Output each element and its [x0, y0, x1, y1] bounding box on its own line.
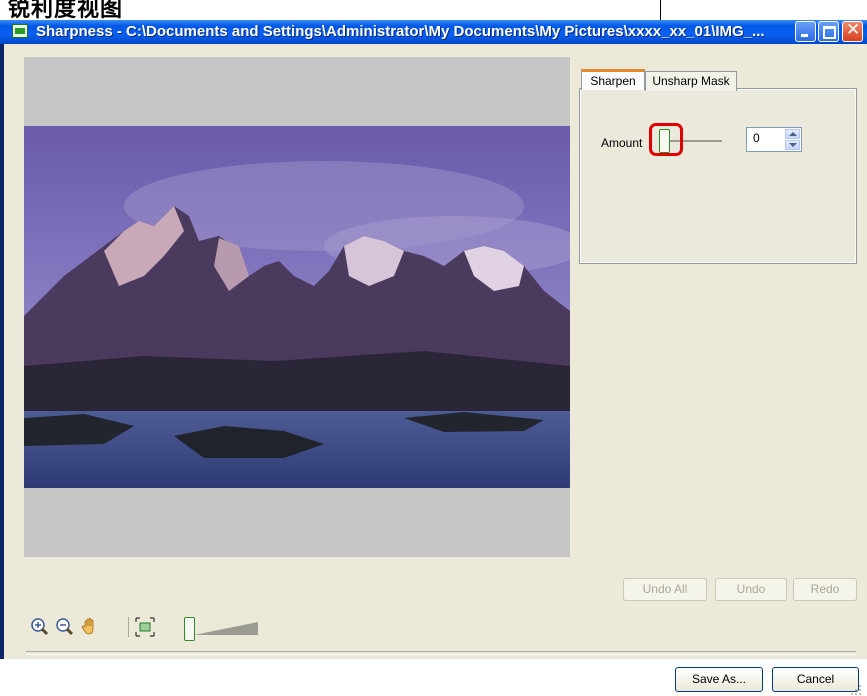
spin-down-arrow-icon[interactable] — [785, 140, 800, 150]
undo-button[interactable]: Undo — [715, 578, 787, 601]
zoom-out-icon[interactable] — [55, 617, 75, 637]
spin-up-arrow-icon[interactable] — [785, 129, 800, 139]
highlight-callout — [649, 123, 683, 156]
toolbar-separator — [128, 617, 129, 637]
window-title: Sharpness - C:\Documents and Settings\Ad… — [36, 23, 765, 40]
resize-grip-icon[interactable] — [850, 684, 862, 696]
footer-divider — [26, 651, 856, 655]
zoom-in-icon[interactable] — [30, 617, 50, 637]
close-icon: ✕ — [846, 20, 861, 40]
app-icon — [12, 24, 28, 38]
tab-sharpen[interactable]: Sharpen — [581, 69, 645, 90]
image-preview[interactable] — [24, 57, 570, 557]
sharpness-window: Sharpness - C:\Documents and Settings\Ad… — [0, 20, 867, 695]
fit-to-window-icon[interactable] — [135, 617, 155, 637]
sharpen-tab-panel — [579, 88, 857, 264]
cancel-button[interactable]: Cancel — [772, 667, 859, 692]
minimize-button[interactable] — [795, 21, 816, 42]
amount-value[interactable]: 0 — [753, 131, 760, 145]
tab-unsharp-mask[interactable]: Unsharp Mask — [645, 71, 737, 91]
dialog-body: Sharpen Unsharp Mask Amount 0 Undo All U… — [4, 44, 867, 695]
redo-button[interactable]: Redo — [793, 578, 857, 601]
caption-bar: 锐利度视图 — [0, 0, 867, 22]
zoom-slider-track[interactable] — [194, 622, 258, 635]
close-button[interactable]: ✕ — [842, 20, 863, 42]
amount-label: Amount — [601, 136, 643, 150]
amount-spinbox[interactable]: 0 — [746, 127, 802, 152]
zoom-slider-thumb[interactable] — [184, 617, 195, 641]
maximize-button[interactable] — [818, 21, 839, 42]
save-as-button[interactable]: Save As... — [675, 667, 763, 692]
undo-all-button[interactable]: Undo All — [623, 578, 707, 601]
mountain-photo — [24, 126, 570, 488]
hand-icon[interactable] — [80, 617, 100, 637]
title-bar[interactable]: Sharpness - C:\Documents and Settings\Ad… — [0, 20, 867, 44]
